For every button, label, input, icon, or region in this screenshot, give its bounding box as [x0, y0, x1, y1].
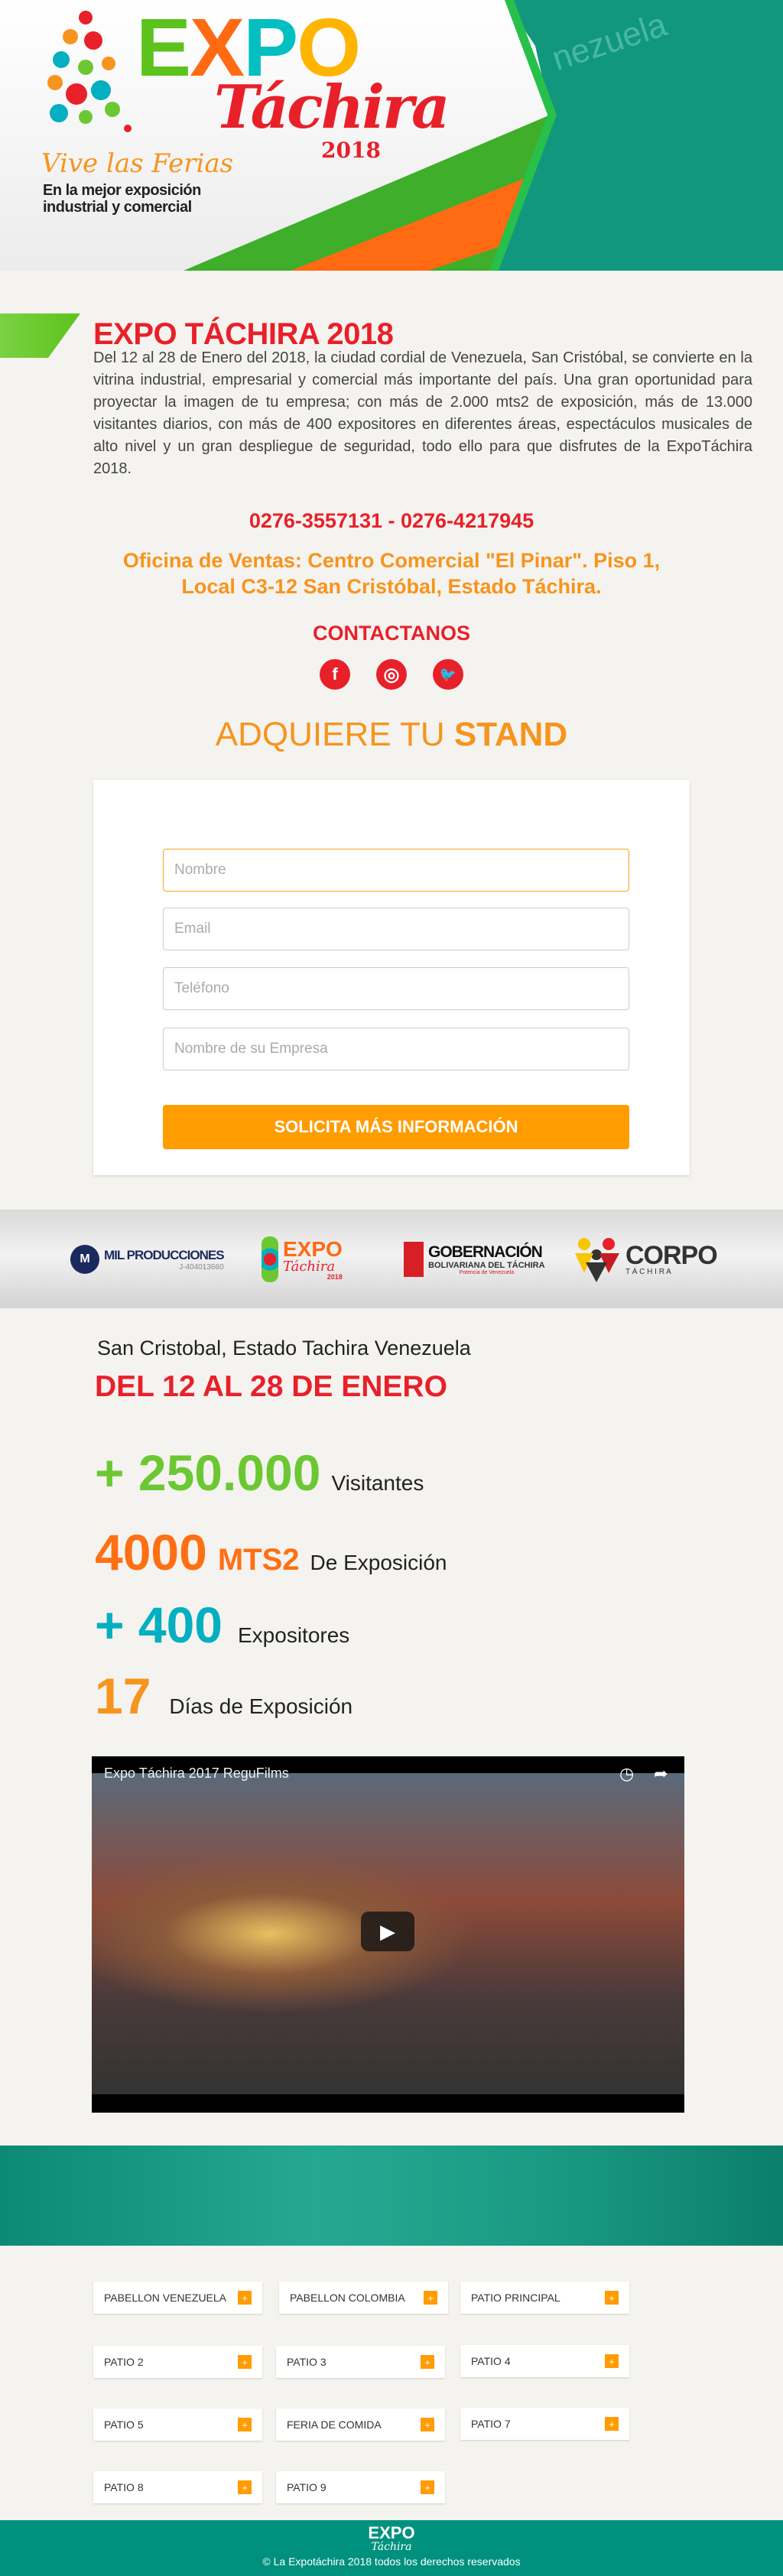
plus-icon: + — [421, 2355, 434, 2369]
video-player[interactable]: Expo Táchira 2017 ReguFilms ◷ ➦ ▶ — [92, 1756, 684, 2113]
hero-banner: nezuela EXPO Táchira 2018 Vive las Feria… — [0, 0, 783, 271]
play-button[interactable]: ▶ — [361, 1912, 414, 1951]
teal-photo-band — [0, 2146, 783, 2246]
sponsor-corpo-tachira: CORPO T Á C H I R A — [573, 1233, 718, 1286]
area-item[interactable]: PATIO 2 + — [93, 2346, 262, 2378]
plus-icon: + — [421, 2418, 434, 2431]
area-item[interactable]: PABELLON COLOMBIA + — [279, 2282, 448, 2314]
stat-exhibitors: + 400 Expositores — [95, 1597, 350, 1653]
watch-later-icon[interactable]: ◷ — [619, 1764, 634, 1784]
instagram-icon[interactable]: ◎ — [376, 659, 407, 690]
title-accent — [0, 313, 80, 358]
corpo-people-icon — [575, 1238, 619, 1282]
contact-heading: CONTACTANOS — [313, 622, 470, 645]
area-item[interactable]: PATIO 3 + — [276, 2346, 445, 2378]
sponsors-band: M MIL PRODUCCIONES J-404013660 EXPO Táchir… — [0, 1210, 783, 1308]
footer: EXPO Táchira © La Expotáchira 2018 todos… — [0, 2520, 783, 2576]
intro-paragraph: Del 12 al 28 de Enero del 2018, la ciuda… — [93, 349, 752, 477]
tagline: En la mejor exposición industrial y comer… — [43, 182, 201, 216]
stat-area: 4000 MTS2 De Exposición — [95, 1524, 447, 1580]
slogan: Vive las Ferias — [41, 148, 234, 179]
area-item[interactable]: PATIO 5 + — [93, 2409, 262, 2441]
facebook-icon[interactable]: f — [320, 659, 350, 690]
stat-days: 17 Días de Exposición — [95, 1668, 353, 1724]
plus-icon: + — [605, 2291, 619, 2305]
company-input[interactable] — [163, 1028, 629, 1070]
area-item[interactable]: PATIO 7 + — [460, 2408, 629, 2440]
social-links: f ◎ 🐦 — [0, 659, 783, 690]
submit-button[interactable]: SOLICITA MÁS INFORMACIÓN — [163, 1105, 629, 1149]
form-heading: ADQUIERE TU STAND — [215, 716, 568, 753]
area-item[interactable]: FERIA DE COMIDA + — [276, 2409, 445, 2441]
name-input[interactable] — [163, 849, 629, 892]
footer-logo: EXPO Táchira — [368, 2523, 415, 2553]
area-item[interactable]: PATIO 8 + — [93, 2471, 262, 2503]
plus-icon: + — [424, 2291, 437, 2305]
sponsor-gobernacion: GOBERNACIÓN BOLIVARIANA DEL TÁCHIRA Potenc… — [404, 1233, 545, 1286]
stat-visitors: + 250.000 Visitantes — [95, 1444, 424, 1501]
area-item[interactable]: PATIO 9 + — [276, 2471, 445, 2503]
phone-numbers: 0276-3557131 - 0276-4217945 — [249, 509, 534, 532]
mil-logo-icon: M — [70, 1245, 99, 1274]
plus-icon: + — [238, 2480, 252, 2494]
gobernacion-emblem-icon — [404, 1242, 424, 1277]
twitter-icon[interactable]: 🐦 — [433, 659, 463, 690]
sponsor-expo-tachira: EXPO Táchira 2018 — [262, 1233, 343, 1286]
sales-office-address: Oficina de Ventas: Centro Comercial "El … — [122, 549, 661, 598]
sponsor-mil-producciones: M MIL PRODUCCIONES J-404013660 — [70, 1233, 225, 1286]
plus-icon: + — [238, 2355, 252, 2369]
share-icon[interactable]: ➦ — [654, 1764, 668, 1784]
area-item[interactable]: PABELLON VENEZUELA + — [93, 2282, 262, 2314]
plus-icon: + — [421, 2480, 434, 2494]
logo-tachira: Táchira — [214, 73, 450, 142]
plus-icon: + — [605, 2417, 619, 2431]
gears-icon — [262, 1236, 278, 1282]
plus-icon: + — [238, 2291, 252, 2305]
play-icon: ▶ — [380, 1919, 395, 1943]
area-item[interactable]: PATIO PRINCIPAL + — [460, 2282, 629, 2314]
email-input[interactable] — [163, 908, 629, 950]
plus-icon: + — [605, 2354, 619, 2368]
area-item[interactable]: PATIO 4 + — [460, 2345, 629, 2377]
video-title[interactable]: Expo Táchira 2017 ReguFilms — [104, 1766, 289, 1782]
plus-icon: + — [238, 2418, 252, 2431]
event-dates: DEL 12 AL 28 DE ENERO — [95, 1370, 447, 1403]
logo-year: 2018 — [321, 138, 381, 163]
copyright: © La Expotáchira 2018 todos los derechos… — [262, 2555, 521, 2568]
phone-input[interactable] — [163, 967, 629, 1010]
event-location: San Cristobal, Estado Tachira Venezuela — [97, 1337, 471, 1359]
stand-request-form: SOLICITA MÁS INFORMACIÓN — [93, 780, 690, 1175]
